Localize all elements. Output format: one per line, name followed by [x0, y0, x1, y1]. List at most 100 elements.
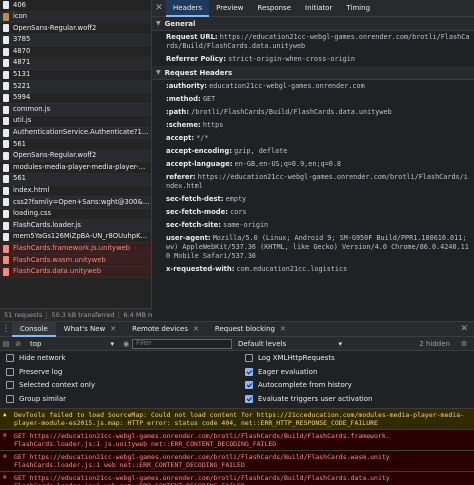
request-count: 51 requests	[0, 311, 48, 319]
tab-response[interactable]: Response	[250, 0, 298, 17]
request-row[interactable]: modules-media-player-media-player-modul.…	[0, 162, 151, 174]
request-name: 5221	[13, 81, 31, 90]
more-options-icon[interactable]: ⋮	[0, 324, 12, 334]
request-name: FlashCards.framework.js.unityweb	[13, 243, 131, 252]
close-tab-icon[interactable]: ✕	[110, 325, 116, 333]
request-name: common.js	[13, 104, 51, 113]
setting-checkbox-row[interactable]: Evaluate triggers user activation	[245, 394, 372, 403]
request-row[interactable]: AuthenticationService.Authenticate?1shtt…	[0, 127, 151, 140]
header-key: Referrer Policy:	[166, 55, 226, 63]
sidebar-toggle-icon[interactable]: ▤	[0, 340, 12, 348]
request-row[interactable]: 3785	[0, 34, 151, 47]
network-status-bar: 51 requests 50.3 kB transferred 6.4 MB r…	[0, 308, 163, 321]
clear-console-icon[interactable]: ⊘	[12, 340, 24, 348]
request-row[interactable]: css2?family=Open+Sans:wght@300&displ...	[0, 197, 151, 209]
request-row[interactable]: OpenSans-Regular.woff2	[0, 150, 151, 163]
checkbox[interactable]	[6, 381, 14, 389]
error-icon: ⊗	[3, 432, 7, 439]
header-key: referer:	[166, 173, 196, 181]
close-drawer-icon[interactable]: ✕	[460, 324, 468, 334]
setting-checkbox-row[interactable]: Hide network	[6, 354, 66, 362]
message-text[interactable]: GET https://education21cc-webgl-games.on…	[14, 453, 390, 469]
message-text[interactable]: GET https://education21cc-webgl-games.on…	[14, 432, 390, 448]
request-headers-section-header[interactable]: ▼ Request Headers	[152, 66, 474, 80]
tab-timing[interactable]: Timing	[339, 0, 377, 17]
log-levels-select[interactable]: Default levels ▾	[238, 340, 348, 348]
request-row[interactable]: 561	[0, 173, 151, 186]
filter-input[interactable]	[132, 338, 232, 349]
tab-console[interactable]: Console	[12, 321, 56, 337]
request-row[interactable]: 406	[0, 0, 151, 12]
tab-remote-devices[interactable]: Remote devices ✕	[124, 321, 207, 337]
request-row[interactable]: loading.css	[0, 209, 151, 221]
chevron-down-icon: ▾	[110, 339, 114, 348]
header-row: :authority: education21cc-webgl-games.on…	[152, 80, 474, 93]
message-text[interactable]: DevTools failed to load SourceMap: Could…	[14, 411, 464, 427]
header-row: accept-language: en-GB,en-US;q=0.9,en;q=…	[152, 158, 474, 171]
tab-headers[interactable]: Headers	[166, 0, 210, 17]
request-name: AuthenticationService.Authenticate?1shtt…	[13, 128, 151, 137]
message-text[interactable]: GET https://education21cc-webgl-games.on…	[14, 474, 390, 485]
tab-request-blocking[interactable]: Request blocking ✕	[207, 321, 294, 337]
console-settings: Hide network Preserve log Selected context…	[0, 351, 474, 409]
request-row[interactable]: icon	[0, 11, 151, 24]
request-row[interactable]: index.html	[0, 186, 151, 198]
close-tab-icon[interactable]: ✕	[193, 325, 199, 333]
request-row[interactable]: 4871	[0, 57, 151, 70]
checkbox[interactable]	[245, 381, 253, 389]
checkbox[interactable]	[6, 354, 14, 362]
general-section-header[interactable]: ▼ General	[152, 17, 474, 31]
close-tab-icon[interactable]: ✕	[280, 325, 286, 333]
request-row[interactable]: 5221	[0, 81, 151, 93]
setting-checkbox-row[interactable]: Eager evaluation	[245, 367, 317, 376]
header-value: gzip, deflate	[234, 147, 288, 155]
close-icon[interactable]: ✕	[152, 3, 166, 13]
request-row[interactable]: 5131	[0, 70, 151, 82]
console-toolbar: ▤ ⊘ top▾ ◉ Default levels▾ 2 hidden ⚙	[0, 337, 474, 351]
request-row[interactable]: common.js	[0, 104, 151, 116]
request-list[interactable]: 406 icon OpenSans-Regular.woff2 3785 4870 487…	[0, 0, 152, 308]
request-row[interactable]: util.js	[0, 116, 151, 128]
request-name: 561	[13, 139, 26, 148]
document-file-icon	[3, 233, 9, 242]
document-file-icon	[3, 152, 9, 161]
header-key: sec-fetch-dest:	[166, 195, 224, 203]
request-row[interactable]: 5994	[0, 93, 151, 105]
checkbox-label: Log XMLHttpRequests	[258, 354, 335, 362]
tab-initiator[interactable]: Initiator	[298, 0, 339, 17]
eye-icon[interactable]: ◉	[120, 340, 132, 348]
header-row: :method: GET	[152, 93, 474, 106]
request-row[interactable]: FlashCards.wasm.unityweb	[0, 255, 151, 267]
header-value: https	[202, 121, 224, 129]
tab-preview[interactable]: Preview	[209, 0, 250, 17]
setting-checkbox-row[interactable]: Selected context only	[6, 381, 95, 389]
checkbox[interactable]	[245, 354, 253, 362]
document-file-icon	[3, 128, 9, 137]
document-file-icon	[3, 140, 9, 149]
request-row[interactable]: FlashCards.data.unityweb	[0, 266, 151, 279]
tab-whats-new[interactable]: What's New ✕	[56, 321, 124, 337]
context-select[interactable]: top ▾	[24, 340, 120, 348]
console-error: ⊗ GET https://education21cc-webgl-games.o…	[0, 472, 474, 485]
checkbox[interactable]	[6, 367, 14, 376]
checkbox-label: Group similar	[19, 394, 67, 403]
setting-checkbox-row[interactable]: Autocomplete from history	[245, 381, 352, 389]
request-row[interactable]: 4870	[0, 46, 151, 58]
setting-checkbox-row[interactable]: Log XMLHttpRequests	[245, 354, 335, 362]
setting-checkbox-row[interactable]: Preserve log	[6, 367, 62, 376]
document-file-icon	[3, 163, 9, 172]
request-row[interactable]: mem5YaGs126MiZpBA-UN_r8OUuhpKKS...	[0, 232, 151, 244]
request-row[interactable]: FlashCards.framework.js.unityweb	[0, 243, 151, 256]
gear-icon[interactable]: ⚙	[458, 340, 470, 348]
checkbox[interactable]	[245, 367, 253, 376]
setting-checkbox-row[interactable]: Group similar	[6, 394, 67, 403]
request-row[interactable]: 561	[0, 139, 151, 151]
header-value: */*	[196, 134, 209, 142]
header-row: :path: /brotli/FlashCards/Build/FlashCar…	[152, 106, 474, 119]
header-row: sec-fetch-mode: cors	[152, 206, 474, 219]
request-row[interactable]: FlashCards.loader.js	[0, 220, 151, 232]
checkbox[interactable]	[6, 394, 14, 403]
document-file-icon	[3, 47, 9, 56]
checkbox[interactable]	[245, 394, 253, 403]
request-row[interactable]: OpenSans-Regular.woff2	[0, 23, 151, 35]
